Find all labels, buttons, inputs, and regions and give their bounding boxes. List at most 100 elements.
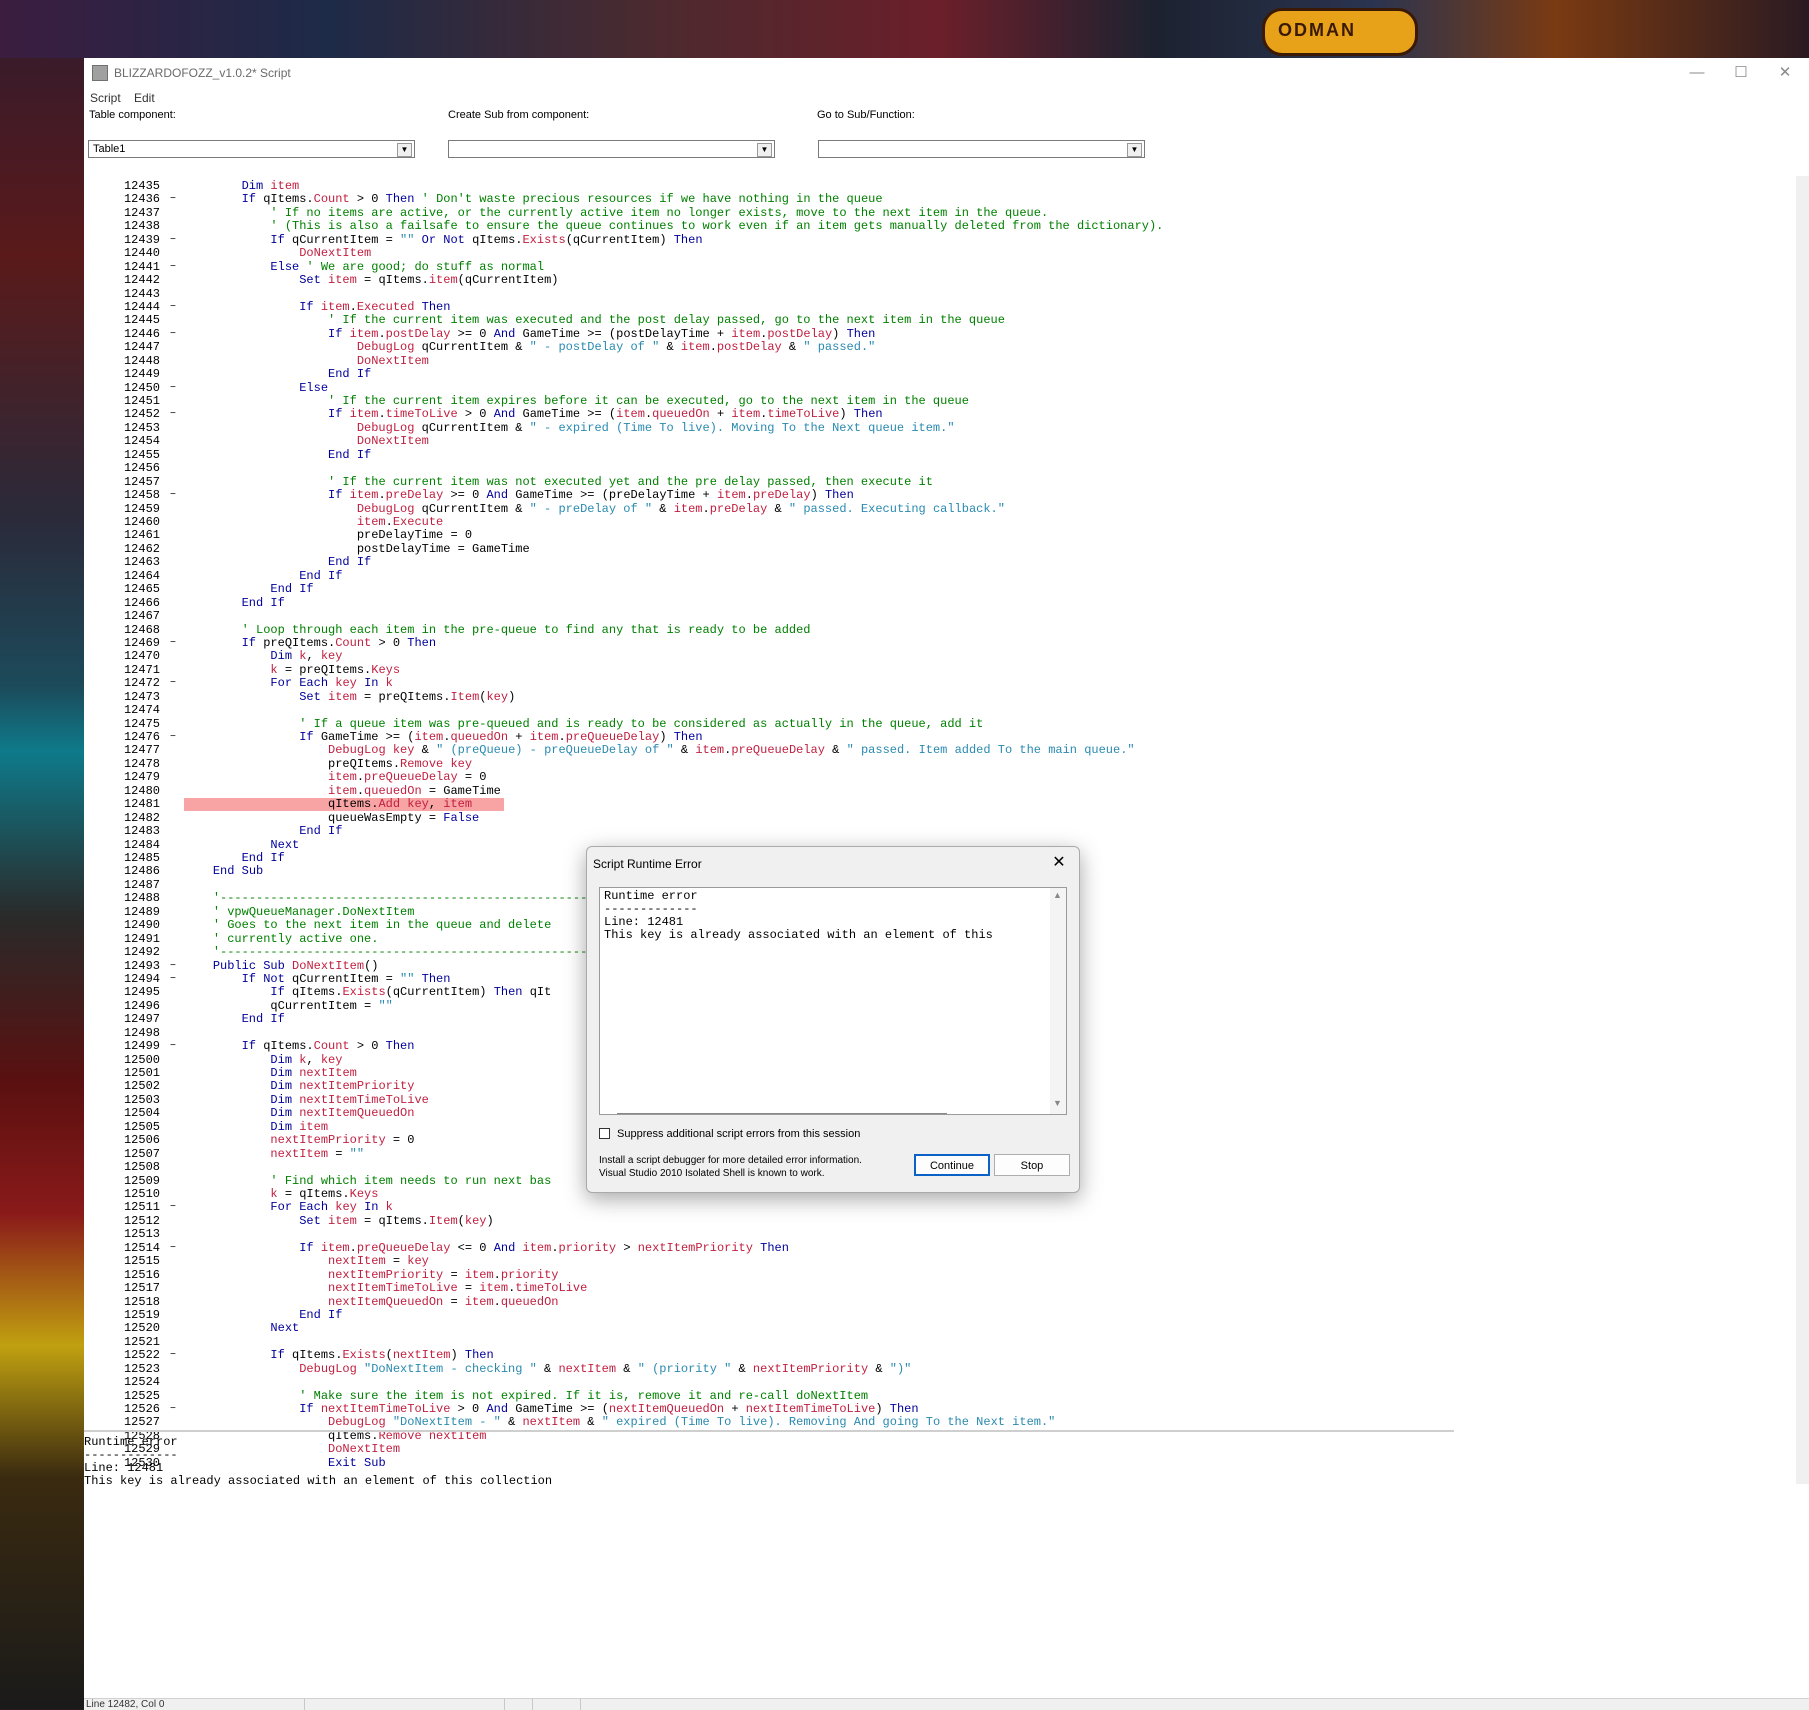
fold-icon[interactable]: − (170, 1349, 176, 1362)
code-line[interactable]: 12460 item.Execute (84, 516, 1796, 529)
code-line[interactable]: 12456 (84, 462, 1796, 475)
scroll-down-icon[interactable]: ▼ (1053, 1098, 1062, 1108)
table-component-select[interactable]: Table1 ▼ (88, 140, 415, 158)
code-line[interactable]: 12469− If preQItems.Count > 0 Then (84, 636, 1796, 650)
code-line[interactable]: 12458− If item.preDelay >= 0 And GameTim… (84, 489, 1796, 502)
fold-icon[interactable]: − (170, 731, 176, 744)
code-line[interactable]: 12515 nextItem = key (84, 1255, 1796, 1268)
code-line[interactable]: 12439− If qCurrentItem = "" Or Not qItem… (84, 233, 1796, 247)
code-line[interactable]: 12446− If item.postDelay >= 0 And GameTi… (84, 327, 1796, 341)
pane-separator[interactable] (84, 1430, 1454, 1432)
code-line[interactable]: 12468 ' Loop through each item in the pr… (84, 623, 1796, 637)
fold-icon[interactable]: − (170, 973, 176, 986)
code-line[interactable]: 12435 Dim item (84, 180, 1796, 193)
error-box-scrollbar[interactable]: ▲ ▼ (1050, 888, 1066, 1114)
code-line[interactable]: 12511− For Each key In k (84, 1201, 1796, 1214)
code-line[interactable]: 12517 nextItemTimeToLive = item.timeToLi… (84, 1282, 1796, 1295)
code-line[interactable]: 12437 ' If no items are active, or the c… (84, 206, 1796, 220)
fold-icon[interactable]: − (170, 637, 176, 650)
code-line[interactable]: 12472− For Each key In k (84, 677, 1796, 690)
code-line[interactable]: 12519 End If (84, 1308, 1796, 1322)
code-line[interactable]: 12481 qItems.Add key, item (84, 798, 1796, 812)
fold-icon[interactable]: − (170, 1201, 176, 1214)
fold-icon[interactable]: − (170, 1040, 176, 1053)
minimize-button[interactable]: — (1675, 60, 1719, 86)
stop-button[interactable]: Stop (994, 1154, 1070, 1176)
code-line[interactable]: 12477 DebugLog key & " (preQueue) - preQ… (84, 744, 1796, 757)
code-line[interactable]: 12513 (84, 1228, 1796, 1241)
code-line[interactable]: 12447 DebugLog qCurrentItem & " - postDe… (84, 341, 1796, 354)
code-line[interactable]: 12464 End If (84, 569, 1796, 583)
code-line[interactable]: 12436− If qItems.Count > 0 Then ' Don't … (84, 193, 1796, 206)
code-line[interactable]: 12483 End If (84, 825, 1796, 838)
editor-scrollbar[interactable] (1796, 176, 1809, 1484)
maximize-button[interactable]: ☐ (1719, 60, 1763, 86)
code-line[interactable]: 12480 item.queuedOn = GameTime (84, 784, 1796, 798)
code-line[interactable]: 12453 DebugLog qCurrentItem & " - expire… (84, 421, 1796, 435)
fold-icon[interactable]: − (170, 301, 176, 314)
code-line[interactable]: 12438 ' (This is also a failsafe to ensu… (84, 220, 1796, 233)
code-line[interactable]: 12527 DebugLog "DoNextItem - " & nextIte… (84, 1416, 1796, 1429)
code-line[interactable]: 12452− If item.timeToLive > 0 And GameTi… (84, 408, 1796, 421)
code-line[interactable]: 12514− If item.preQueueDelay <= 0 And it… (84, 1241, 1796, 1255)
code-line[interactable]: 12479 item.preQueueDelay = 0 (84, 771, 1796, 784)
code-line[interactable]: 12450− Else (84, 381, 1796, 395)
create-sub-select[interactable]: ▼ (448, 140, 775, 158)
code-line[interactable]: 12475 ' If a queue item was pre-queued a… (84, 717, 1796, 731)
fold-icon[interactable]: − (170, 382, 176, 395)
fold-icon[interactable]: − (170, 960, 176, 973)
code-line[interactable]: 12457 ' If the current item was not exec… (84, 475, 1796, 489)
code-line[interactable]: 12471 k = preQItems.Keys (84, 663, 1796, 677)
code-editor[interactable]: 12435 Dim item 12436− If qItems.Count > 0… (84, 176, 1796, 1484)
code-line[interactable]: 12518 nextItemQueuedOn = item.queuedOn (84, 1295, 1796, 1309)
code-line[interactable]: 12449 End If (84, 368, 1796, 381)
code-line[interactable]: 12442 Set item = qItems.item(qCurrentIte… (84, 274, 1796, 287)
fold-icon[interactable]: − (170, 408, 176, 421)
code-line[interactable]: 12522− If qItems.Exists(nextItem) Then (84, 1349, 1796, 1362)
code-line[interactable]: 12462 postDelayTime = GameTime (84, 542, 1796, 556)
fold-icon[interactable]: − (170, 328, 176, 341)
fold-icon[interactable]: − (170, 234, 176, 247)
fold-icon[interactable]: − (170, 489, 176, 502)
code-line[interactable]: 12524 (84, 1376, 1796, 1389)
code-line[interactable]: 12516 nextItemPriority = item.priority (84, 1268, 1796, 1282)
code-line[interactable]: 12526− If nextItemTimeToLive > 0 And Gam… (84, 1403, 1796, 1416)
dialog-close-icon[interactable]: ✕ (1047, 851, 1071, 875)
code-line[interactable]: 12512 Set item = qItems.Item(key) (84, 1214, 1796, 1228)
code-line[interactable]: 12478 preQItems.Remove key (84, 757, 1796, 771)
suppress-errors-checkbox[interactable] (599, 1128, 610, 1139)
error-box-hscrollbar[interactable] (617, 1113, 947, 1114)
code-line[interactable]: 12445 ' If the current item was executed… (84, 314, 1796, 327)
code-line[interactable]: 12521 (84, 1335, 1796, 1349)
code-line[interactable]: 12520 Next (84, 1322, 1796, 1335)
fold-icon[interactable]: − (170, 677, 176, 690)
menu-edit[interactable]: Edit (134, 91, 155, 105)
continue-button[interactable]: Continue (914, 1154, 990, 1176)
code-line[interactable]: 12441− Else ' We are good; do stuff as n… (84, 260, 1796, 274)
code-line[interactable]: 12444− If item.Executed Then (84, 300, 1796, 314)
code-line[interactable]: 12440 DoNextItem (84, 247, 1796, 260)
fold-icon[interactable]: − (170, 261, 176, 274)
fold-icon[interactable]: − (170, 1403, 176, 1416)
code-line[interactable]: 12470 Dim k, key (84, 650, 1796, 663)
code-line[interactable]: 12459 DebugLog qCurrentItem & " - preDel… (84, 502, 1796, 516)
goto-sub-select[interactable]: ▼ (818, 140, 1145, 158)
code-line[interactable]: 12465 End If (84, 583, 1796, 596)
code-line[interactable]: 12461 preDelayTime = 0 (84, 529, 1796, 542)
code-line[interactable]: 12482 queueWasEmpty = False (84, 811, 1796, 825)
fold-icon[interactable]: − (170, 193, 176, 206)
code-line[interactable]: 12454 DoNextItem (84, 435, 1796, 448)
code-line[interactable]: 12448 DoNextItem (84, 354, 1796, 368)
code-line[interactable]: 12466 End If (84, 596, 1796, 610)
code-line[interactable]: 12523 DebugLog "DoNextItem - checking " … (84, 1362, 1796, 1376)
code-line[interactable]: 12525 ' Make sure the item is not expire… (84, 1389, 1796, 1403)
code-line[interactable]: 12476− If GameTime >= (item.queuedOn + i… (84, 731, 1796, 744)
fold-icon[interactable]: − (170, 1242, 176, 1255)
code-line[interactable]: 12467 (84, 610, 1796, 623)
code-line[interactable]: 12451 ' If the current item expires befo… (84, 395, 1796, 408)
code-line[interactable]: 12463 End If (84, 556, 1796, 569)
error-details-box[interactable]: Runtime error ------------- Line: 12481 … (599, 887, 1067, 1115)
code-line[interactable]: 12455 End If (84, 448, 1796, 462)
code-line[interactable]: 12443 (84, 287, 1796, 301)
close-button[interactable]: ✕ (1763, 60, 1807, 86)
